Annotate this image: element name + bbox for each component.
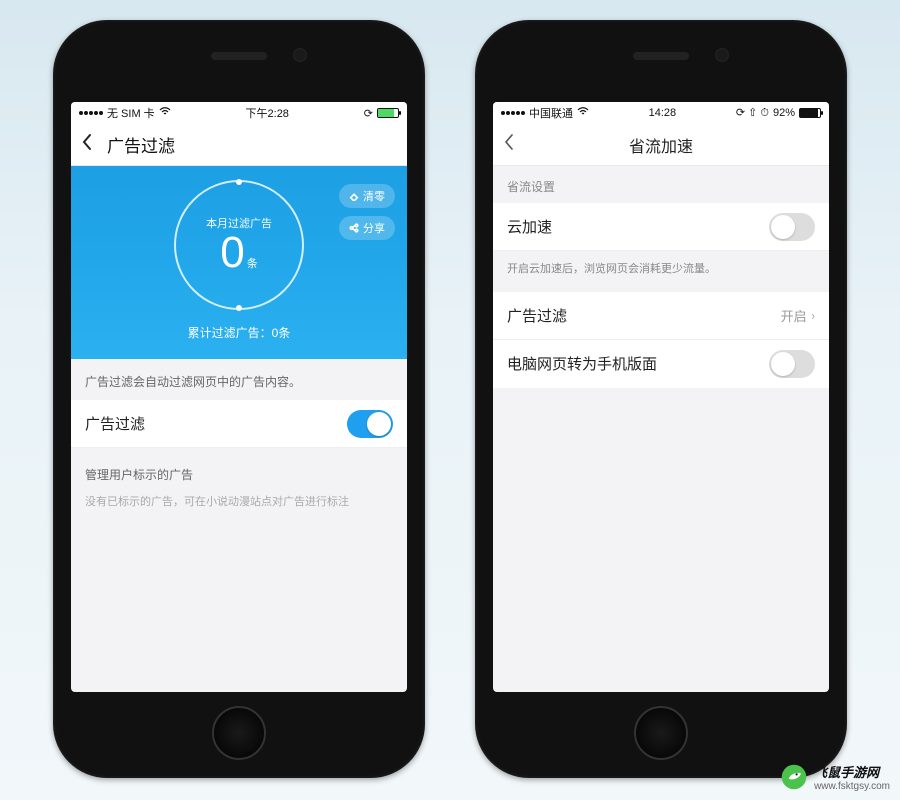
carrier-text: 中国联通: [529, 105, 573, 121]
desktop-to-mobile-label: 电脑网页转为手机版面: [507, 353, 657, 374]
wifi-icon: [577, 107, 589, 120]
watermark-logo-icon: [780, 763, 808, 791]
adfilter-toggle-row: 广告过滤: [71, 400, 407, 448]
manage-title: 管理用户标示的广告: [71, 448, 407, 493]
cloud-accel-desc: 开启云加速后，浏览网页会消耗更少流量。: [493, 251, 829, 292]
hero-clear-label: 清零: [363, 188, 385, 204]
adfilter-toggle-label: 广告过滤: [85, 413, 145, 434]
screen-right: 中国联通 14:28 ⟳ ⇧ ⏱ 92% 省流加速 省流设置: [493, 102, 829, 692]
battery-text: 92%: [773, 107, 795, 119]
battery-icon: [799, 108, 821, 118]
manage-empty: 没有已标示的广告，可在小说动漫站点对广告进行标注: [71, 493, 407, 509]
cloud-accel-label: 云加速: [507, 216, 552, 237]
battery-icon: [377, 108, 399, 118]
adfilter-desc: 广告过滤会自动过滤网页中的广告内容。: [71, 359, 407, 400]
nav-bar: 省流加速: [493, 124, 829, 166]
carrier-text: 无 SIM 卡: [107, 105, 155, 121]
watermark-brand: 飞鼠手游网: [814, 765, 879, 780]
status-bar: 无 SIM 卡 下午2:28 ⟳: [71, 102, 407, 124]
page-title: 省流加速: [629, 133, 693, 157]
desktop-to-mobile-toggle[interactable]: [769, 350, 815, 378]
hero-share-label: 分享: [363, 220, 385, 236]
adfilter-nav-value: 开启: [781, 306, 807, 325]
status-time: 14:28: [649, 107, 677, 119]
hero-unit: 条: [247, 255, 258, 271]
phone-right: 中国联通 14:28 ⟳ ⇧ ⏱ 92% 省流加速 省流设置: [475, 20, 847, 778]
status-bar: 中国联通 14:28 ⟳ ⇧ ⏱ 92%: [493, 102, 829, 124]
eraser-icon: [349, 191, 359, 201]
home-button[interactable]: [212, 706, 266, 760]
hero-ring: 本月过滤广告 0 条: [174, 180, 304, 310]
phone-left: 无 SIM 卡 下午2:28 ⟳ 广告过滤: [53, 20, 425, 778]
hero-clear-button[interactable]: 清零: [339, 184, 395, 208]
cloud-accel-toggle[interactable]: [769, 213, 815, 241]
hero-count: 0: [220, 231, 244, 275]
hero-share-button[interactable]: 分享: [339, 216, 395, 240]
hero-total: 累计过滤广告：0条: [188, 324, 291, 341]
status-extra: ⟳: [364, 107, 373, 120]
desktop-to-mobile-row: 电脑网页转为手机版面: [493, 340, 829, 388]
cloud-accel-row: 云加速: [493, 203, 829, 251]
home-button[interactable]: [634, 706, 688, 760]
back-button[interactable]: [503, 133, 525, 157]
status-extra: ⟳ ⇧ ⏱: [736, 106, 769, 120]
signal-icon: [501, 111, 525, 115]
back-button[interactable]: [81, 133, 103, 157]
page-title: 广告过滤: [107, 132, 175, 157]
chevron-right-icon: ›: [811, 308, 814, 323]
group-title: 省流设置: [493, 166, 829, 203]
adfilter-toggle[interactable]: [347, 410, 393, 438]
signal-icon: [79, 111, 103, 115]
share-icon: [349, 223, 359, 233]
adfilter-hero: 清零 分享 本月过滤广告 0 条 累计过滤广告：0条: [71, 166, 407, 359]
nav-bar: 广告过滤: [71, 124, 407, 166]
adfilter-nav-label: 广告过滤: [507, 305, 567, 326]
status-time: 下午2:28: [246, 105, 289, 121]
watermark-url: www.fsktgsy.com: [814, 781, 890, 792]
screen-left: 无 SIM 卡 下午2:28 ⟳ 广告过滤: [71, 102, 407, 692]
adfilter-nav-row[interactable]: 广告过滤 开启 ›: [493, 292, 829, 340]
hero-ring-label: 本月过滤广告: [206, 215, 272, 231]
wifi-icon: [159, 107, 171, 120]
watermark: 飞鼠手游网 www.fsktgsy.com: [780, 762, 890, 792]
